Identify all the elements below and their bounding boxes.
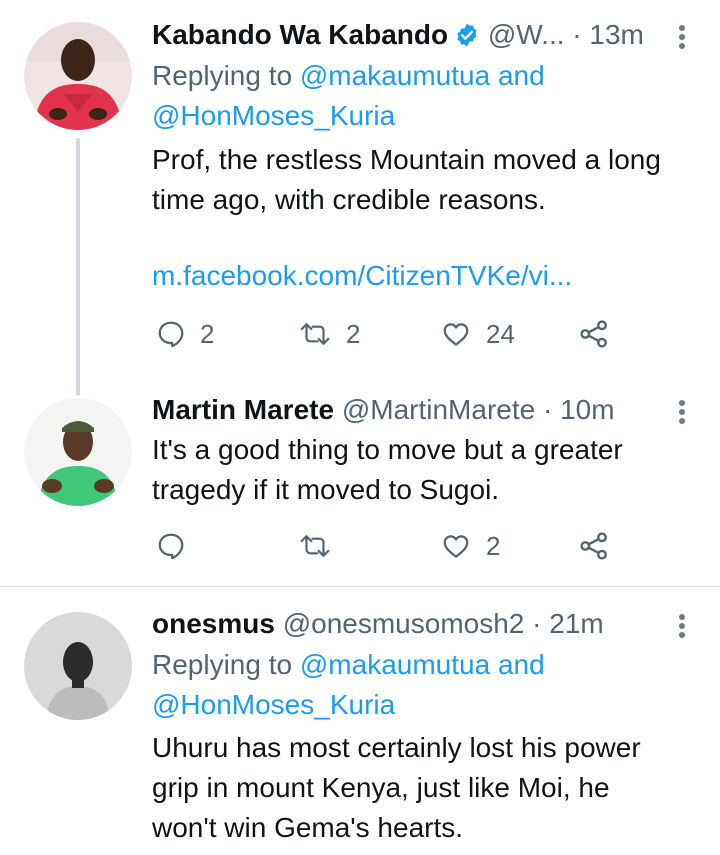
display-name[interactable]: onesmus [152,608,275,639]
reply-icon [158,533,184,560]
reply-icon [158,321,184,348]
reply-button[interactable]: 2 [156,314,214,354]
replying-to: Replying to @makaumutua and @HonMoses_Ku… [152,649,545,720]
display-name[interactable]: Martin Marete [152,394,334,425]
display-name[interactable]: Kabando Wa Kabando [152,19,448,50]
share-button[interactable] [578,314,610,354]
replying-to: Replying to @makaumutua and @HonMoses_Ku… [152,60,545,131]
avatar[interactable] [24,22,132,130]
tweet-header: Kabando Wa Kabando @W... · 13m [152,17,690,57]
heart-icon [443,535,469,558]
mention-link[interactable]: @HonMoses_Kuria [152,100,395,131]
timestamp[interactable]: · 13m [572,19,644,50]
tweet-text: It's a good thing to move but a greater … [152,434,623,505]
external-link[interactable]: m.facebook.com/CitizenTVKe/vi... [152,260,572,291]
heart-icon [443,323,469,346]
tweet-text: Uhuru has most certainly lost his power … [152,732,641,843]
tweet-actions: 2 2 24 [152,314,700,354]
share-icon [580,532,607,560]
share-button[interactable] [578,526,610,566]
tweet-text: Prof, the restless Mountain moved a long… [152,144,661,215]
avatar[interactable] [24,612,132,720]
tweet-header: Martin Marete @MartinMarete · 10m [152,392,690,428]
more-options-icon[interactable] [678,611,686,641]
verified-badge-icon [454,21,480,57]
mention-link[interactable]: @makaumutua [300,649,490,680]
more-options-icon[interactable] [678,22,686,52]
retweet-icon [300,323,330,345]
like-button[interactable]: 24 [440,314,515,354]
retweet-button[interactable] [298,526,346,566]
more-options-icon[interactable] [678,397,686,427]
handle[interactable]: @MartinMarete [342,394,535,425]
share-icon [580,320,607,348]
timestamp[interactable]: · 10m [543,394,615,425]
reply-button[interactable] [156,526,200,566]
like-button[interactable]: 2 [440,526,500,566]
handle[interactable]: @W... [488,19,565,50]
mention-link[interactable]: @makaumutua [300,60,490,91]
tweet-link: m.facebook.com/CitizenTVKe/vi... [152,256,700,296]
tweet-actions: 2 [152,526,700,566]
divider [0,586,720,587]
thread-line [76,138,80,396]
mention-link[interactable]: @HonMoses_Kuria [152,689,395,720]
tweet-header: onesmus @onesmusomosh2 · 21m [152,606,690,642]
retweet-button[interactable]: 2 [298,314,360,354]
avatar[interactable] [24,398,132,506]
handle[interactable]: @onesmusomosh2 [283,608,525,639]
retweet-icon [300,535,330,557]
timestamp[interactable]: · 21m [532,608,604,639]
